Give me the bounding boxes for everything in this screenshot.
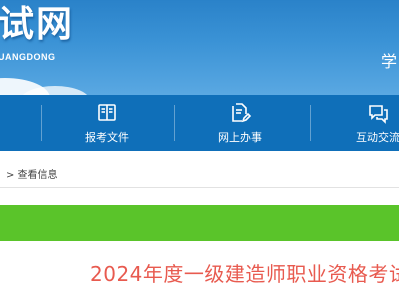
site-logo-subtitle: UANGDONG bbox=[0, 52, 56, 62]
header-slogan: 学 bbox=[381, 52, 398, 71]
nav-item-interactive-exchange[interactable]: 互动交流 bbox=[312, 95, 399, 151]
nav-item-label: 互动交流 bbox=[356, 131, 399, 144]
article-title: 2024年度一级建造师职业资格考试 bbox=[90, 262, 399, 286]
green-banner bbox=[0, 205, 399, 241]
main-nav: 报考文件 网上办事 互动交流 bbox=[0, 95, 399, 151]
site-logo-title[interactable]: 试网 bbox=[0, 2, 74, 46]
breadcrumb[interactable]: > 查看信息 bbox=[6, 166, 58, 181]
chat-icon bbox=[369, 105, 388, 124]
nav-item-exam-documents[interactable]: 报考文件 bbox=[41, 95, 173, 151]
edit-document-icon bbox=[232, 103, 252, 123]
site-header: 试网 UANGDONG 学 bbox=[0, 0, 399, 95]
breadcrumb-divider bbox=[0, 187, 399, 188]
nav-item-online-services[interactable]: 网上办事 bbox=[174, 95, 306, 151]
document-icon bbox=[98, 104, 116, 121]
nav-item-label: 报考文件 bbox=[85, 131, 129, 144]
nav-item-label: 网上办事 bbox=[218, 131, 262, 144]
nav-divider bbox=[310, 105, 311, 141]
